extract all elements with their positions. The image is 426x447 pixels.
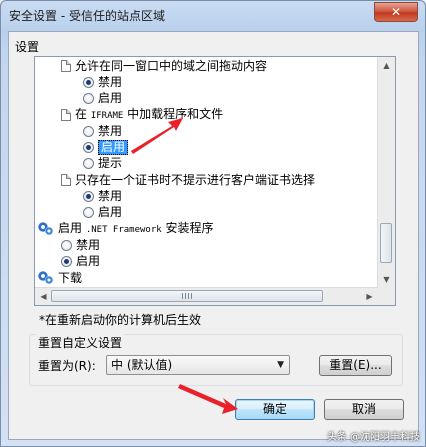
gears-icon — [38, 271, 54, 285]
setting-radio-option[interactable]: 启用 — [83, 204, 122, 220]
chevron-down-icon: ▼ — [277, 360, 284, 370]
setting-label: 启用 — [76, 254, 101, 268]
setting-label: 启用 — [98, 205, 123, 219]
reset-custom-settings-group: 重置自定义设置 重置为(R): 中 (默认值) ▼ 重置(E)... — [29, 334, 403, 386]
scroll-up-arrow-icon[interactable]: ▲ — [378, 57, 395, 74]
radio-unchecked[interactable] — [83, 157, 94, 169]
settings-group-label: 设置 — [15, 40, 40, 54]
setting-label: 禁用 — [98, 189, 123, 203]
reset-level-select[interactable]: 中 (默认值) ▼ — [106, 355, 290, 375]
setting-radio-option[interactable]: 提示 — [83, 155, 122, 171]
setting-label: 启用 — [98, 139, 129, 155]
setting-radio-option[interactable]: 禁用 — [83, 74, 122, 90]
setting-label: 启用 .NET Framework 安装程序 — [58, 221, 214, 235]
cancel-button[interactable]: 取消 — [324, 399, 404, 420]
setting-radio-option[interactable]: 启用 — [83, 139, 129, 155]
setting-label: 下载 — [58, 271, 83, 285]
document-icon — [61, 109, 71, 121]
setting-category: 启用 .NET Framework 安装程序 — [38, 221, 214, 237]
vertical-scrollbar[interactable]: ▲ ▼ — [377, 57, 395, 288]
radio-checked[interactable] — [83, 76, 94, 88]
scroll-left-arrow-icon[interactable]: ◀ — [35, 288, 52, 305]
scrollbar-corner — [378, 288, 395, 305]
setting-category: 在 IFRAME 中加载程序和文件 — [61, 107, 223, 123]
setting-label: 在 IFRAME 中加载程序和文件 — [75, 107, 224, 121]
setting-radio-option[interactable]: 禁用 — [83, 123, 122, 139]
setting-radio-option[interactable]: 启用 — [61, 253, 100, 269]
setting-category: 允许在同一窗口中的域之间拖动内容 — [61, 58, 267, 74]
radio-unchecked[interactable] — [83, 206, 94, 218]
setting-label: 提示 — [98, 156, 123, 170]
security-settings-window: 安全设置 - 受信任的站点区域 ✕ 设置 允许在同一窗口中的域之间拖动内容 禁用启… — [0, 0, 426, 447]
settings-tree-box[interactable]: 允许在同一窗口中的域之间拖动内容 禁用 启用在 IFRAME 中加载程序和文件 禁用启… — [34, 56, 396, 306]
reset-to-label: 重置为(R): — [38, 359, 96, 373]
setting-label: 启用 — [98, 91, 123, 105]
setting-category: 只存在一个证书时不提示进行客户端证书选择 — [61, 172, 315, 188]
radio-unchecked[interactable] — [61, 239, 72, 251]
radio-unchecked[interactable] — [83, 92, 94, 104]
reset-level-value: 中 (默认值) — [111, 358, 173, 372]
setting-label: 只存在一个证书时不提示进行客户端证书选择 — [75, 173, 316, 187]
setting-label: 禁用 — [98, 124, 123, 138]
radio-checked[interactable] — [83, 190, 94, 202]
setting-category: 下载 — [38, 270, 82, 286]
restart-note: *在重新启动你的计算机后生效 — [39, 313, 202, 327]
title-bar[interactable]: 安全设置 - 受信任的站点区域 ✕ — [1, 1, 425, 31]
horizontal-scroll-thumb[interactable] — [51, 290, 323, 302]
radio-unchecked[interactable] — [83, 125, 94, 137]
reset-button[interactable]: 重置(E)... — [319, 355, 392, 376]
reset-group-label: 重置自定义设置 — [36, 334, 125, 351]
settings-tree[interactable]: 允许在同一窗口中的域之间拖动内容 禁用 启用在 IFRAME 中加载程序和文件 禁用启… — [35, 57, 378, 288]
dialog-client-area: 设置 允许在同一窗口中的域之间拖动内容 禁用 启用在 IFRAME 中加载程序和文件… — [8, 31, 419, 440]
close-button[interactable]: ✕ — [374, 2, 418, 22]
scroll-right-arrow-icon[interactable]: ▶ — [361, 288, 378, 305]
setting-radio-option[interactable]: 禁用 — [83, 188, 122, 204]
horizontal-scrollbar[interactable]: ◀ ▶ — [35, 287, 378, 305]
window-title: 安全设置 - 受信任的站点区域 — [9, 9, 165, 23]
watermark: 头条 @沈阳羽丰科技 — [326, 432, 420, 443]
ok-button[interactable]: 确定 — [235, 399, 315, 420]
gears-icon — [38, 222, 54, 236]
setting-radio-option[interactable]: 启用 — [83, 90, 122, 106]
radio-checked[interactable] — [83, 141, 94, 153]
setting-label: 允许在同一窗口中的域之间拖动内容 — [75, 59, 268, 73]
setting-radio-option[interactable]: 禁用 — [61, 237, 100, 253]
scroll-down-arrow-icon[interactable]: ▼ — [378, 271, 395, 288]
setting-label: 禁用 — [98, 75, 123, 89]
vertical-scroll-thumb[interactable] — [380, 223, 392, 263]
document-icon — [61, 174, 71, 186]
radio-checked[interactable] — [61, 255, 72, 267]
setting-label: 禁用 — [76, 238, 101, 252]
document-icon — [61, 60, 71, 72]
